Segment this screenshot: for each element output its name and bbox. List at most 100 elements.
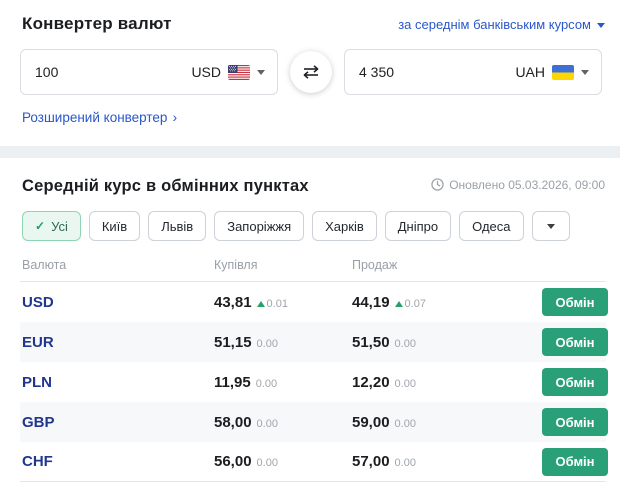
advanced-converter-label: Розширений конвертер <box>22 110 168 125</box>
sell-number: 57,00 <box>352 453 390 470</box>
rate-source-label: за середнім банківським курсом <box>398 17 591 32</box>
sell-delta: 0.00 <box>394 417 416 430</box>
sell-delta: 0.00 <box>394 337 416 350</box>
filter-chip-одеса[interactable]: Одеса <box>459 211 524 241</box>
converter-title: Конвертер валют <box>22 14 172 33</box>
buy-number: 58,00 <box>214 413 252 431</box>
exchange-button[interactable]: Обмін <box>542 447 608 476</box>
table-body: USD 43,81 0.01 44,19 0.07 Обмін EUR 51,1… <box>20 282 608 482</box>
filter-chip-дніпро[interactable]: Дніпро <box>384 211 452 241</box>
filter-chip-львів[interactable]: Львів <box>148 211 207 241</box>
sell-value: 44,19 0.07 <box>352 294 542 311</box>
to-amount-box: 4 350 UAH <box>344 49 602 95</box>
currency-code-link[interactable]: GBP <box>22 414 214 431</box>
chevron-down-icon <box>581 70 589 75</box>
converter-row: 100 USD 4 350 UAH <box>20 49 604 95</box>
filter-chip-label: Дніпро <box>397 218 439 234</box>
sell-number: 59,00 <box>352 413 390 431</box>
us-flag-icon <box>228 64 250 80</box>
from-amount-box: 100 USD <box>20 49 278 95</box>
filter-chip-харків[interactable]: Харків <box>312 211 377 241</box>
buy-number: 43,81 <box>214 293 252 311</box>
chevron-down-icon <box>546 224 555 229</box>
table-row: PLN 11,95 0.00 12,20 0.00 Обмін <box>20 362 608 402</box>
buy-delta: 0.00 <box>256 417 278 430</box>
buy-value: 11,95 0.00 <box>214 374 352 391</box>
currency-widget: Конвертер валют за середнім банківським … <box>0 0 620 500</box>
filter-chip-усі[interactable]: ✓ Усі <box>22 211 81 241</box>
exchange-button[interactable]: Обмін <box>542 328 608 356</box>
sell-delta: 0.07 <box>394 298 426 310</box>
filter-chip-label: Запоріжжя <box>227 218 292 234</box>
check-icon: ✓ <box>35 219 46 233</box>
col-header-sell: Продаж <box>352 258 398 272</box>
rate-source-dropdown[interactable]: за середнім банківським курсом <box>398 17 605 32</box>
clock-icon <box>431 178 444 191</box>
rates-header: Середній курс в обмінних пунктах Оновлен… <box>0 158 620 196</box>
to-currency-dropdown[interactable]: UAH <box>515 64 589 80</box>
filter-chip-київ[interactable]: Київ <box>88 211 141 241</box>
table-header-row: Валюта Купівля Продаж <box>20 258 606 282</box>
rates-title: Середній курс в обмінних пунктах <box>22 177 309 195</box>
filter-chip-label: Київ <box>101 218 128 234</box>
sell-delta: 0.00 <box>394 457 416 469</box>
table-row: CHF 56,00 0.00 57,00 0.00 Обмін <box>20 442 608 482</box>
from-currency-code: USD <box>191 64 221 80</box>
ua-flag-icon <box>552 64 574 80</box>
swap-arrows-icon <box>303 65 319 79</box>
buy-number: 56,00 <box>214 453 252 470</box>
sell-value: 59,00 0.00 <box>352 414 542 431</box>
exchange-button[interactable]: Обмін <box>542 368 608 396</box>
buy-value: 58,00 0.00 <box>214 414 352 431</box>
sell-value: 51,50 0.00 <box>352 334 542 351</box>
swap-currencies-button[interactable] <box>290 51 332 93</box>
converter-header: Конвертер валют за середнім банківським … <box>0 0 620 34</box>
city-filter-chips: ✓ Усі Київ Львів Запоріжжя Харків Дніпро Одеса <box>22 211 600 241</box>
filter-chip-label: Львів <box>161 218 194 234</box>
from-amount-input[interactable]: 100 <box>35 64 58 80</box>
rates-table: Валюта Купівля Продаж USD 43,81 0.01 44,… <box>20 258 608 482</box>
sell-number: 51,50 <box>352 333 390 351</box>
buy-value: 43,81 0.01 <box>214 294 352 311</box>
to-amount-input[interactable]: 4 350 <box>359 64 394 80</box>
currency-code-link[interactable]: USD <box>22 294 214 311</box>
buy-delta: 0.00 <box>255 377 278 390</box>
table-row: USD 43,81 0.01 44,19 0.07 Обмін <box>20 282 608 322</box>
chevron-right-icon: › <box>172 109 178 125</box>
sell-value: 57,00 0.00 <box>352 453 542 470</box>
currency-code-link[interactable]: EUR <box>22 334 214 351</box>
filter-chip-label: Одеса <box>472 218 511 234</box>
sell-delta: 0.00 <box>394 377 416 390</box>
buy-value: 56,00 0.00 <box>214 453 352 470</box>
chevron-down-icon <box>597 22 605 28</box>
buy-number: 11,95 <box>214 373 251 391</box>
updated-status: Оновлено 05.03.2026, 09:00 <box>431 178 605 192</box>
from-currency-dropdown[interactable]: USD <box>191 64 265 80</box>
chevron-down-icon <box>257 70 265 75</box>
buy-delta: 0.00 <box>256 457 278 469</box>
buy-value: 51,15 0.00 <box>214 334 352 351</box>
buy-delta: 0.00 <box>256 337 278 350</box>
more-cities-dropdown[interactable] <box>531 211 570 241</box>
buy-number: 51,15 <box>214 333 252 351</box>
trend-up-icon <box>256 300 265 307</box>
table-row: EUR 51,15 0.00 51,50 0.00 Обмін <box>20 322 608 362</box>
advanced-converter-link[interactable]: Розширений конвертер › <box>22 110 177 125</box>
buy-delta: 0.01 <box>256 298 288 310</box>
currency-code-link[interactable]: PLN <box>22 374 214 391</box>
filter-chip-запоріжжя[interactable]: Запоріжжя <box>214 211 305 241</box>
section-divider <box>0 146 620 158</box>
filter-chip-label: Харків <box>325 218 364 234</box>
col-header-buy: Купівля <box>214 258 258 272</box>
exchange-button[interactable]: Обмін <box>542 288 608 316</box>
to-currency-code: UAH <box>515 64 545 80</box>
updated-text: Оновлено 05.03.2026, 09:00 <box>449 177 605 192</box>
sell-number: 12,20 <box>352 373 390 391</box>
filter-chip-label: Усі <box>51 218 68 234</box>
sell-number: 44,19 <box>352 293 390 311</box>
exchange-button[interactable]: Обмін <box>542 408 608 436</box>
trend-up-icon <box>394 300 403 307</box>
sell-value: 12,20 0.00 <box>352 374 542 391</box>
currency-code-link[interactable]: CHF <box>22 453 214 470</box>
table-row: GBP 58,00 0.00 59,00 0.00 Обмін <box>20 402 608 442</box>
